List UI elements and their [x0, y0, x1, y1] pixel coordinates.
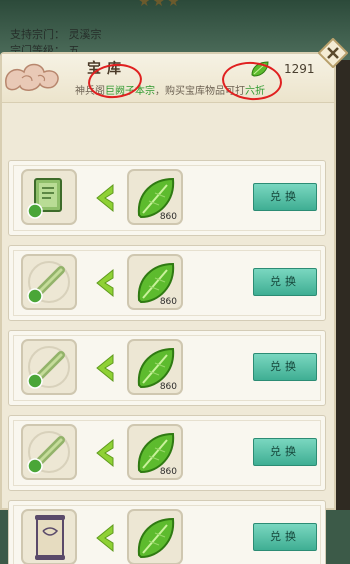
reward-item-slot[interactable] [21, 339, 77, 395]
exchange-button[interactable]: 兑换 [253, 438, 317, 466]
cost-item-slot[interactable]: 860 [127, 424, 183, 480]
exchange-button[interactable]: 兑换 [253, 268, 317, 296]
background-text-1: 支持宗门： 灵溪宗 [10, 28, 102, 41]
item-row: 860 兑换 [8, 160, 326, 236]
bamboo-scroll-icon [27, 346, 70, 389]
reward-item-slot[interactable] [21, 254, 77, 310]
exchange-button[interactable]: 兑换 [253, 523, 317, 551]
reward-item-slot[interactable] [21, 424, 77, 480]
bamboo-scroll-icon [27, 431, 70, 474]
chevron-left-icon [96, 353, 114, 383]
reward-item-slot[interactable] [21, 509, 77, 564]
paper-scroll-icon [35, 515, 65, 560]
treasury-panel: 宝库 1291 神兵阁巨阙子本宗，购买宝库物品可打六折 860 兑换 860 兑… [0, 52, 336, 564]
cost-amount: 860 [159, 467, 177, 477]
cost-amount: 860 [159, 297, 177, 307]
bamboo-scroll-icon [27, 261, 70, 304]
discount-notice: 神兵阁巨阙子本宗，购买宝库物品可打六折 [2, 82, 338, 97]
item-row: 860 兑换 [8, 415, 326, 491]
currency-count: 1291 [284, 62, 315, 76]
item-list[interactable]: 860 兑换 860 兑换 860 兑换 860 兑换 兑换 [2, 154, 338, 564]
chevron-left-icon [96, 438, 114, 468]
chevron-left-icon [96, 268, 114, 298]
manual-book-icon [27, 178, 62, 219]
item-row: 860 兑换 [8, 330, 326, 406]
cost-item-slot[interactable]: 860 [127, 169, 183, 225]
chevron-left-icon [96, 183, 114, 213]
cost-item-slot[interactable] [127, 509, 183, 564]
cost-item-slot[interactable]: 860 [127, 254, 183, 310]
reward-item-slot[interactable] [21, 169, 77, 225]
chevron-left-icon [96, 523, 114, 553]
cost-item-slot[interactable]: 860 [127, 339, 183, 395]
rating-stars: ★★★ [138, 0, 182, 10]
cost-amount: 860 [159, 212, 177, 222]
exchange-button[interactable]: 兑换 [253, 353, 317, 381]
background-right-edge [336, 60, 350, 510]
green-leaf-jade-icon [137, 517, 175, 559]
exchange-button[interactable]: 兑换 [253, 183, 317, 211]
cost-amount: 860 [159, 382, 177, 392]
panel-header: 宝库 1291 神兵阁巨阙子本宗，购买宝库物品可打六折 [2, 54, 334, 103]
close-button[interactable] [318, 38, 348, 68]
item-row: 860 兑换 [8, 245, 326, 321]
background-scene: ★★★ 支持宗门： 灵溪宗 宗门等级： 五 [0, 0, 350, 60]
